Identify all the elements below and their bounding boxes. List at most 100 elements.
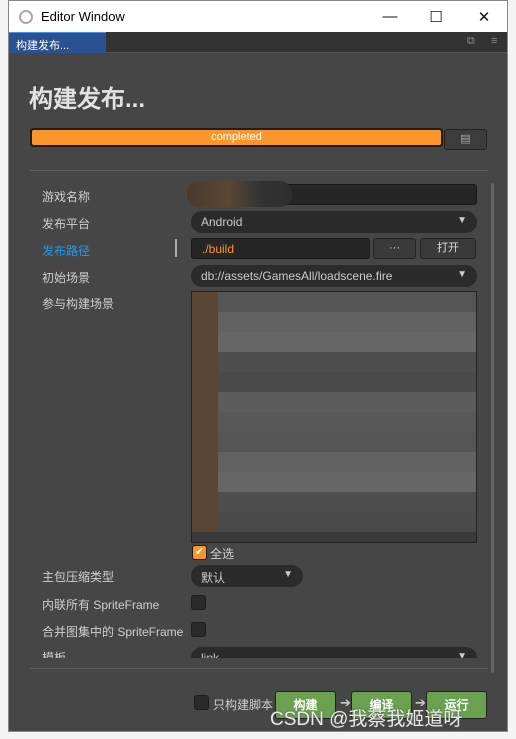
mosaic-cell [372,432,399,452]
mosaic-cell [424,512,451,532]
page-title: 构建发布... [29,86,146,113]
mosaic-cell [243,352,270,372]
window-title: Editor Window [41,9,125,24]
merge-spriteframe-checkbox[interactable] [191,622,206,637]
mosaic-cell [450,292,476,312]
mosaic-cell [372,372,399,392]
mosaic-cell [295,432,322,452]
mosaic-cell [398,432,425,452]
template-select[interactable]: link ▼ [191,647,477,658]
platform-select[interactable]: Android ▼ [191,211,477,233]
mosaic-cell [372,312,399,332]
mosaic-cell [372,352,399,372]
mosaic-cell [243,372,270,392]
mosaic-cell [269,332,296,352]
divider [30,668,488,669]
mosaic-cell [398,472,425,492]
mosaic-cell [243,452,270,472]
mosaic-cell [398,492,425,512]
mosaic-cell [424,332,451,352]
watermark: CSDN @我蔡我姬道呀 [270,709,463,730]
mosaic-cell [321,432,347,452]
minimize-button[interactable]: — [367,1,413,32]
scrollbar[interactable] [491,183,494,673]
mosaic-cell [450,412,476,432]
tab-build[interactable]: 构建发布... [9,32,106,53]
mosaic-cell [217,472,244,492]
mosaic-cell [398,332,425,352]
browse-button[interactable]: ··· [373,238,416,259]
template-value: link [201,651,220,658]
mosaic-cell [269,452,296,472]
mosaic-cell [346,352,373,372]
mosaic-cell [372,492,399,512]
start-scene-select[interactable]: db://assets/GamesAll/loadscene.fire ▼ [191,265,477,287]
mosaic-cell [192,472,218,492]
mosaic-cell [372,392,399,412]
mosaic-cell [217,452,244,472]
mosaic-cell [450,332,476,352]
inline-spriteframe-checkbox[interactable] [191,595,206,610]
scenes-label: 参与构建场景 [42,297,115,311]
mosaic-cell [217,372,244,392]
mosaic-cell [424,432,451,452]
mosaic-cell [217,432,244,452]
mosaic-cell [450,432,476,452]
mosaic-cell [398,392,425,412]
close-button[interactable]: ✕ [461,1,507,32]
template-label: 模板 [42,651,67,658]
mosaic-cell [398,512,425,532]
log-file-button[interactable]: ▤ [444,129,487,150]
mosaic-cell [243,312,270,332]
mosaic-cell [243,512,270,532]
mosaic-cell [450,392,476,412]
mosaic-cell [217,332,244,352]
game-name-label: 游戏名称 [42,190,91,204]
menu-icon[interactable]: ≡ [491,35,497,47]
maximize-button[interactable]: ☐ [413,1,459,32]
mosaic-cell [295,292,322,312]
scene-list[interactable] [191,291,477,543]
platform-label: 发布平台 [42,217,91,231]
mosaic-cell [269,432,296,452]
start-scene-label: 初始场景 [42,271,91,285]
mosaic-cell [217,352,244,372]
popout-icon[interactable]: ⧉ [467,35,475,48]
mosaic-cell [346,392,373,412]
mosaic-cell [217,312,244,332]
mosaic-cell [243,412,270,432]
select-all-checkbox[interactable]: ✔ [192,545,207,560]
mosaic-cell [192,292,218,312]
file-icon: ▤ [460,133,471,145]
path-input[interactable]: ./build [191,238,370,259]
mosaic-cell [424,472,451,492]
open-button[interactable]: 打开 [420,238,476,259]
script-only-checkbox[interactable] [194,695,209,710]
mosaic-cell [424,412,451,432]
mosaic-cell [295,452,322,472]
mosaic-cell [192,452,218,472]
mosaic-cell [450,512,476,532]
mosaic-cell [243,332,270,352]
mosaic-cell [243,432,270,452]
title-bar: Editor Window — ☐ ✕ [9,1,507,32]
mosaic-cell [269,312,296,332]
mosaic-cell [346,292,373,312]
chevron-down-icon: ▼ [457,269,467,280]
chevron-down-icon: ▼ [283,569,293,580]
mosaic-cell [346,492,373,512]
blurred-scene-list [192,292,476,532]
mosaic-cell [372,292,399,312]
mosaic-cell [192,392,218,412]
mosaic-cell [398,292,425,312]
mosaic-cell [321,412,347,432]
mosaic-cell [424,372,451,392]
compression-label: 主包压缩类型 [42,570,115,584]
mosaic-cell [424,452,451,472]
mosaic-cell [450,472,476,492]
mosaic-cell [372,412,399,432]
mosaic-cell [192,512,218,532]
check-icon: ✔ [194,546,205,558]
mosaic-cell [192,412,218,432]
compression-select[interactable]: 默认 ▼ [191,565,303,587]
